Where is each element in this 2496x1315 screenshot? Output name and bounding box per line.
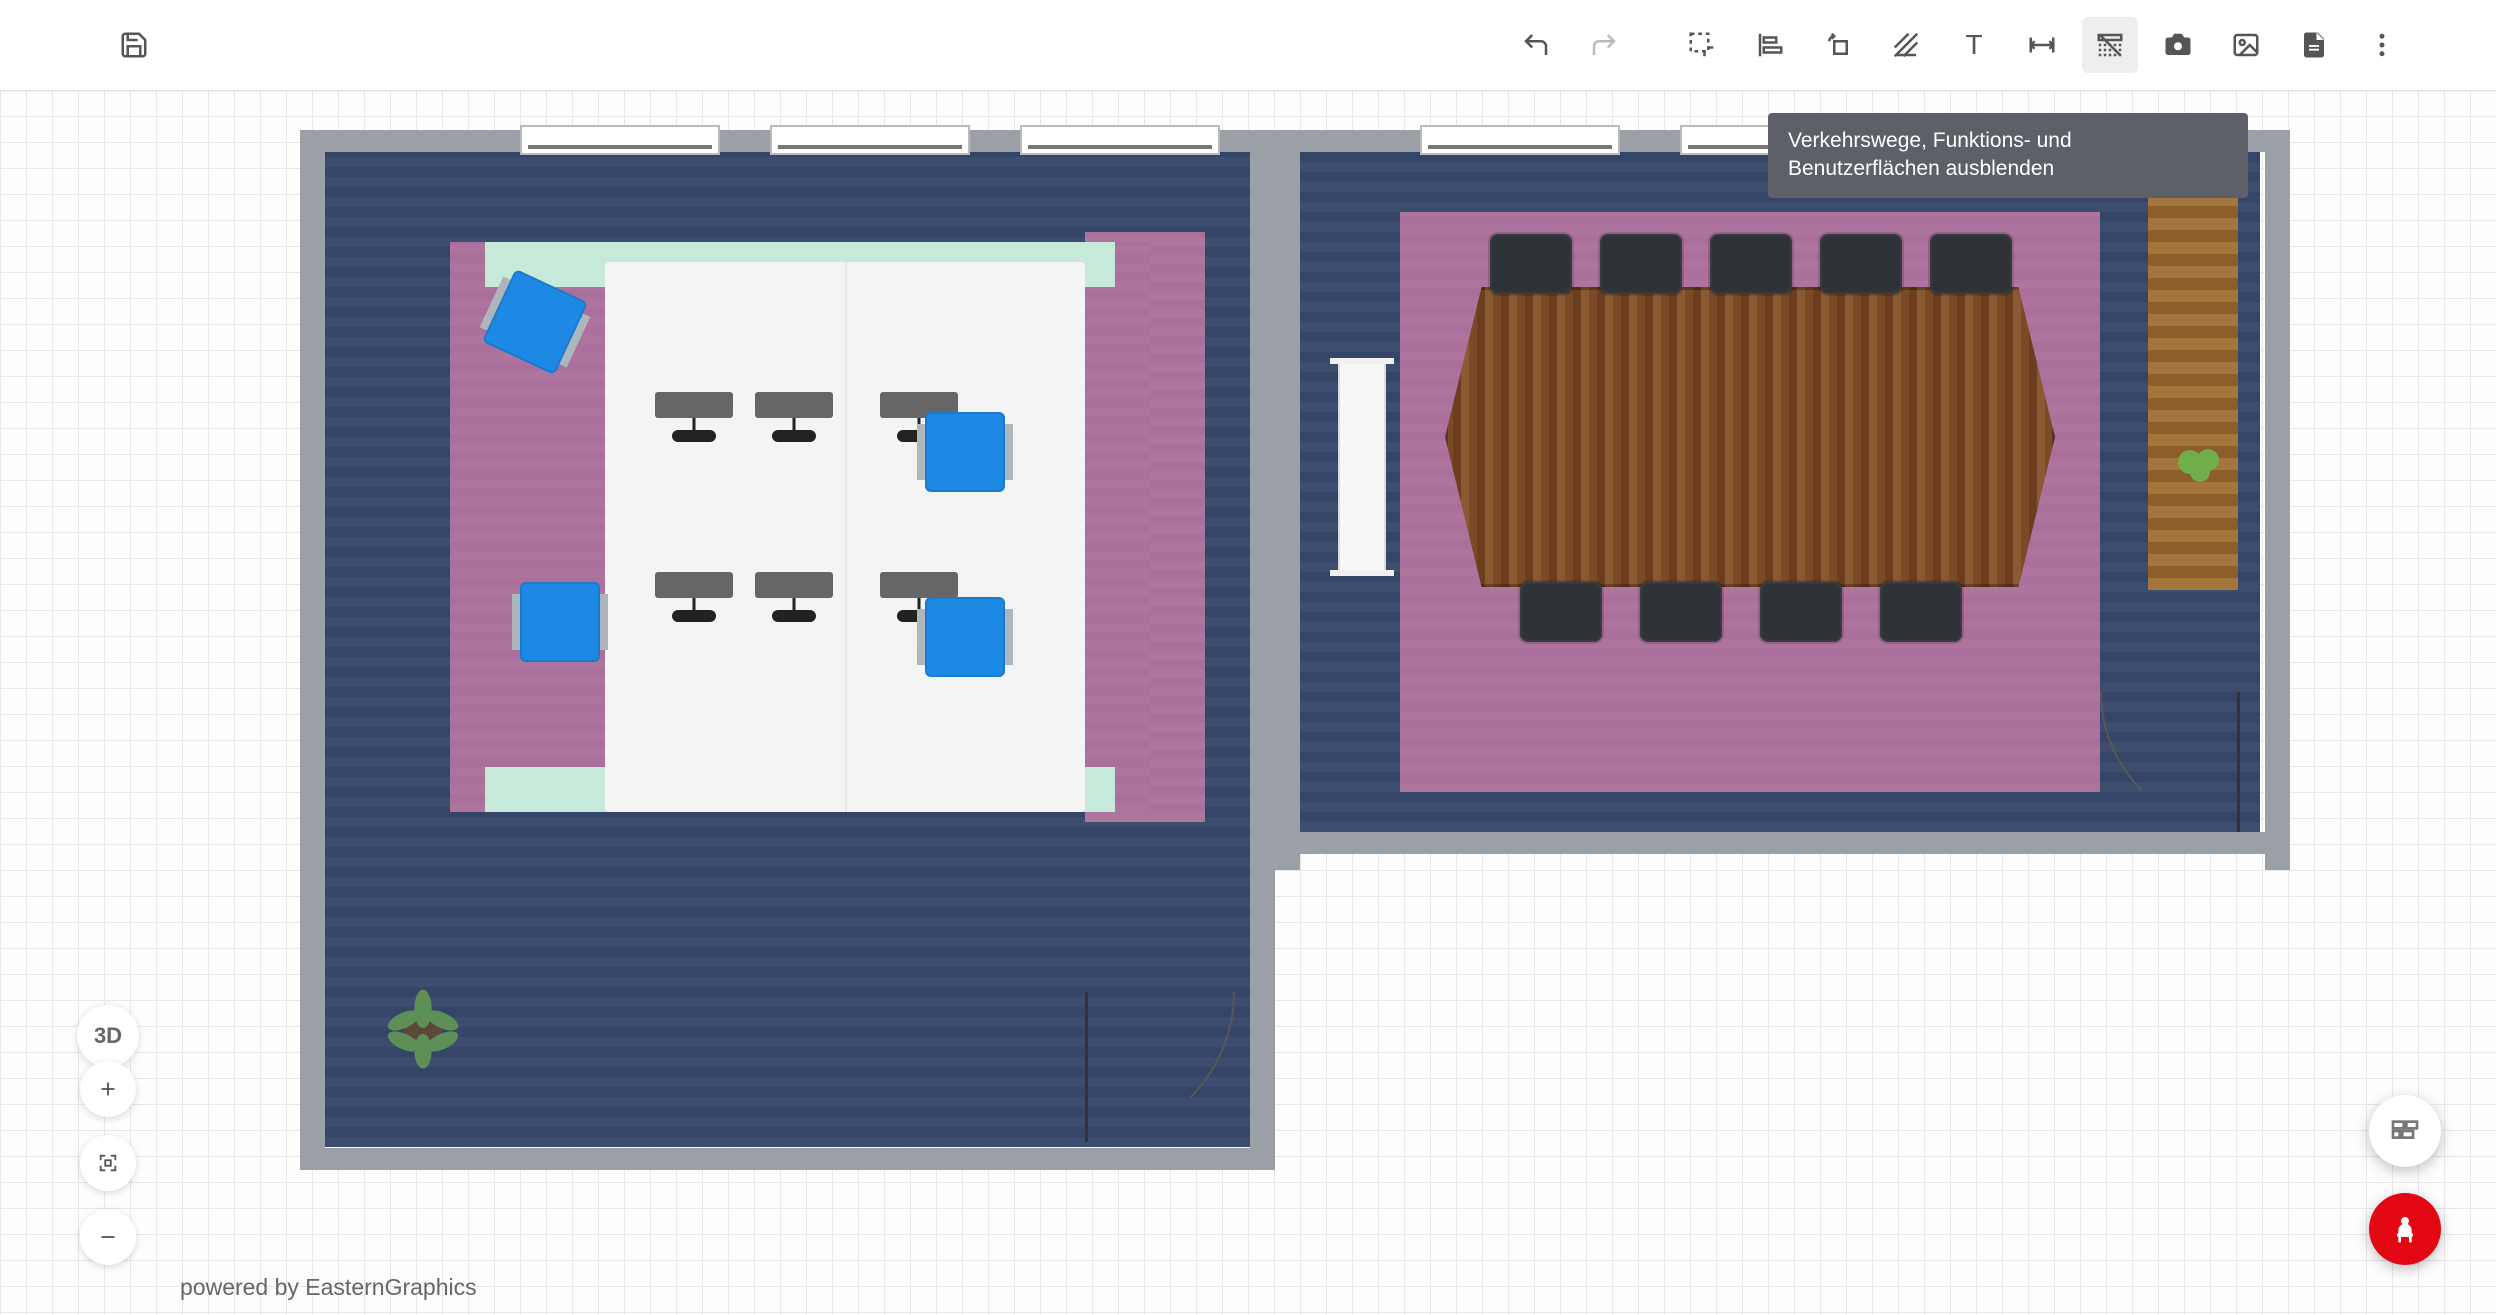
wall bbox=[300, 130, 325, 1170]
window[interactable] bbox=[1020, 125, 1220, 155]
wall bbox=[1250, 130, 1300, 870]
sideboard[interactable] bbox=[2148, 170, 2238, 590]
monitor[interactable] bbox=[655, 392, 733, 418]
meeting-chair[interactable] bbox=[1710, 234, 1792, 294]
zoom-out-button[interactable] bbox=[80, 1209, 136, 1265]
meeting-table[interactable] bbox=[1445, 287, 2055, 587]
marquee-select-button[interactable] bbox=[1674, 17, 1730, 73]
text-tool-label: T bbox=[1965, 29, 1982, 61]
more-button[interactable] bbox=[2354, 17, 2410, 73]
text-tool-button[interactable]: T bbox=[1946, 17, 2002, 73]
meeting-chair[interactable] bbox=[1600, 234, 1682, 294]
document-button[interactable] bbox=[2286, 17, 2342, 73]
view-mode-button[interactable]: 3D bbox=[77, 1005, 139, 1067]
fab-stack bbox=[2369, 1095, 2441, 1265]
window[interactable] bbox=[520, 125, 720, 155]
zoom-in-button[interactable] bbox=[80, 1061, 136, 1117]
wall bbox=[300, 1148, 1275, 1170]
dimension-button[interactable] bbox=[2014, 17, 2070, 73]
plant[interactable] bbox=[375, 982, 471, 1078]
meeting-chair[interactable] bbox=[1490, 234, 1572, 294]
hatch-button[interactable] bbox=[1878, 17, 1934, 73]
view-mode-label: 3D bbox=[94, 1023, 122, 1049]
meeting-chair[interactable] bbox=[1520, 582, 1602, 642]
door[interactable] bbox=[1085, 992, 1235, 1142]
monitor[interactable] bbox=[655, 572, 733, 598]
meeting-chair[interactable] bbox=[1640, 582, 1722, 642]
office-chair[interactable] bbox=[925, 597, 1005, 677]
monitor[interactable] bbox=[880, 572, 958, 598]
door[interactable] bbox=[2100, 692, 2240, 832]
credit-text: powered by EasternGraphics bbox=[180, 1274, 477, 1301]
undo-button[interactable] bbox=[1508, 17, 1564, 73]
room-meeting[interactable] bbox=[1300, 152, 2260, 832]
wall-tool-fab[interactable] bbox=[2369, 1095, 2441, 1167]
zoom-fit-button[interactable] bbox=[80, 1135, 136, 1191]
meeting-chair[interactable] bbox=[1820, 234, 1902, 294]
wall bbox=[1250, 832, 1275, 1170]
tooltip-text: Verkehrswege, Funktions- und Benutzerflä… bbox=[1788, 129, 2072, 180]
office-chair[interactable] bbox=[520, 582, 600, 662]
meeting-chair[interactable] bbox=[1930, 234, 2012, 294]
save-button[interactable] bbox=[106, 17, 162, 73]
redo-button[interactable] bbox=[1576, 17, 1632, 73]
rotate-button[interactable] bbox=[1810, 17, 1866, 73]
canvas[interactable]: powered by EasternGraphics bbox=[0, 90, 2496, 1315]
image-button[interactable] bbox=[2218, 17, 2274, 73]
window[interactable] bbox=[770, 125, 970, 155]
floorplan[interactable] bbox=[300, 130, 2290, 1150]
plant-small[interactable] bbox=[2170, 432, 2230, 492]
meeting-chair[interactable] bbox=[1760, 582, 1842, 642]
desk-cluster[interactable] bbox=[605, 262, 1085, 812]
toggle-paths-button[interactable] bbox=[2082, 17, 2138, 73]
monitor[interactable] bbox=[755, 572, 833, 598]
whiteboard[interactable] bbox=[1338, 362, 1386, 572]
wall bbox=[1250, 832, 2290, 854]
meeting-chair[interactable] bbox=[1880, 582, 1962, 642]
align-button[interactable] bbox=[1742, 17, 1798, 73]
wall bbox=[2265, 130, 2290, 870]
window[interactable] bbox=[1420, 125, 1620, 155]
zoom-controls bbox=[80, 1061, 136, 1265]
camera-button[interactable] bbox=[2150, 17, 2206, 73]
tooltip: Verkehrswege, Funktions- und Benutzerflä… bbox=[1768, 113, 2248, 198]
top-toolbar: T bbox=[0, 0, 2496, 90]
office-chair[interactable] bbox=[925, 412, 1005, 492]
room-office[interactable] bbox=[325, 152, 1250, 1147]
furniture-fab[interactable] bbox=[2369, 1193, 2441, 1265]
monitor[interactable] bbox=[755, 392, 833, 418]
